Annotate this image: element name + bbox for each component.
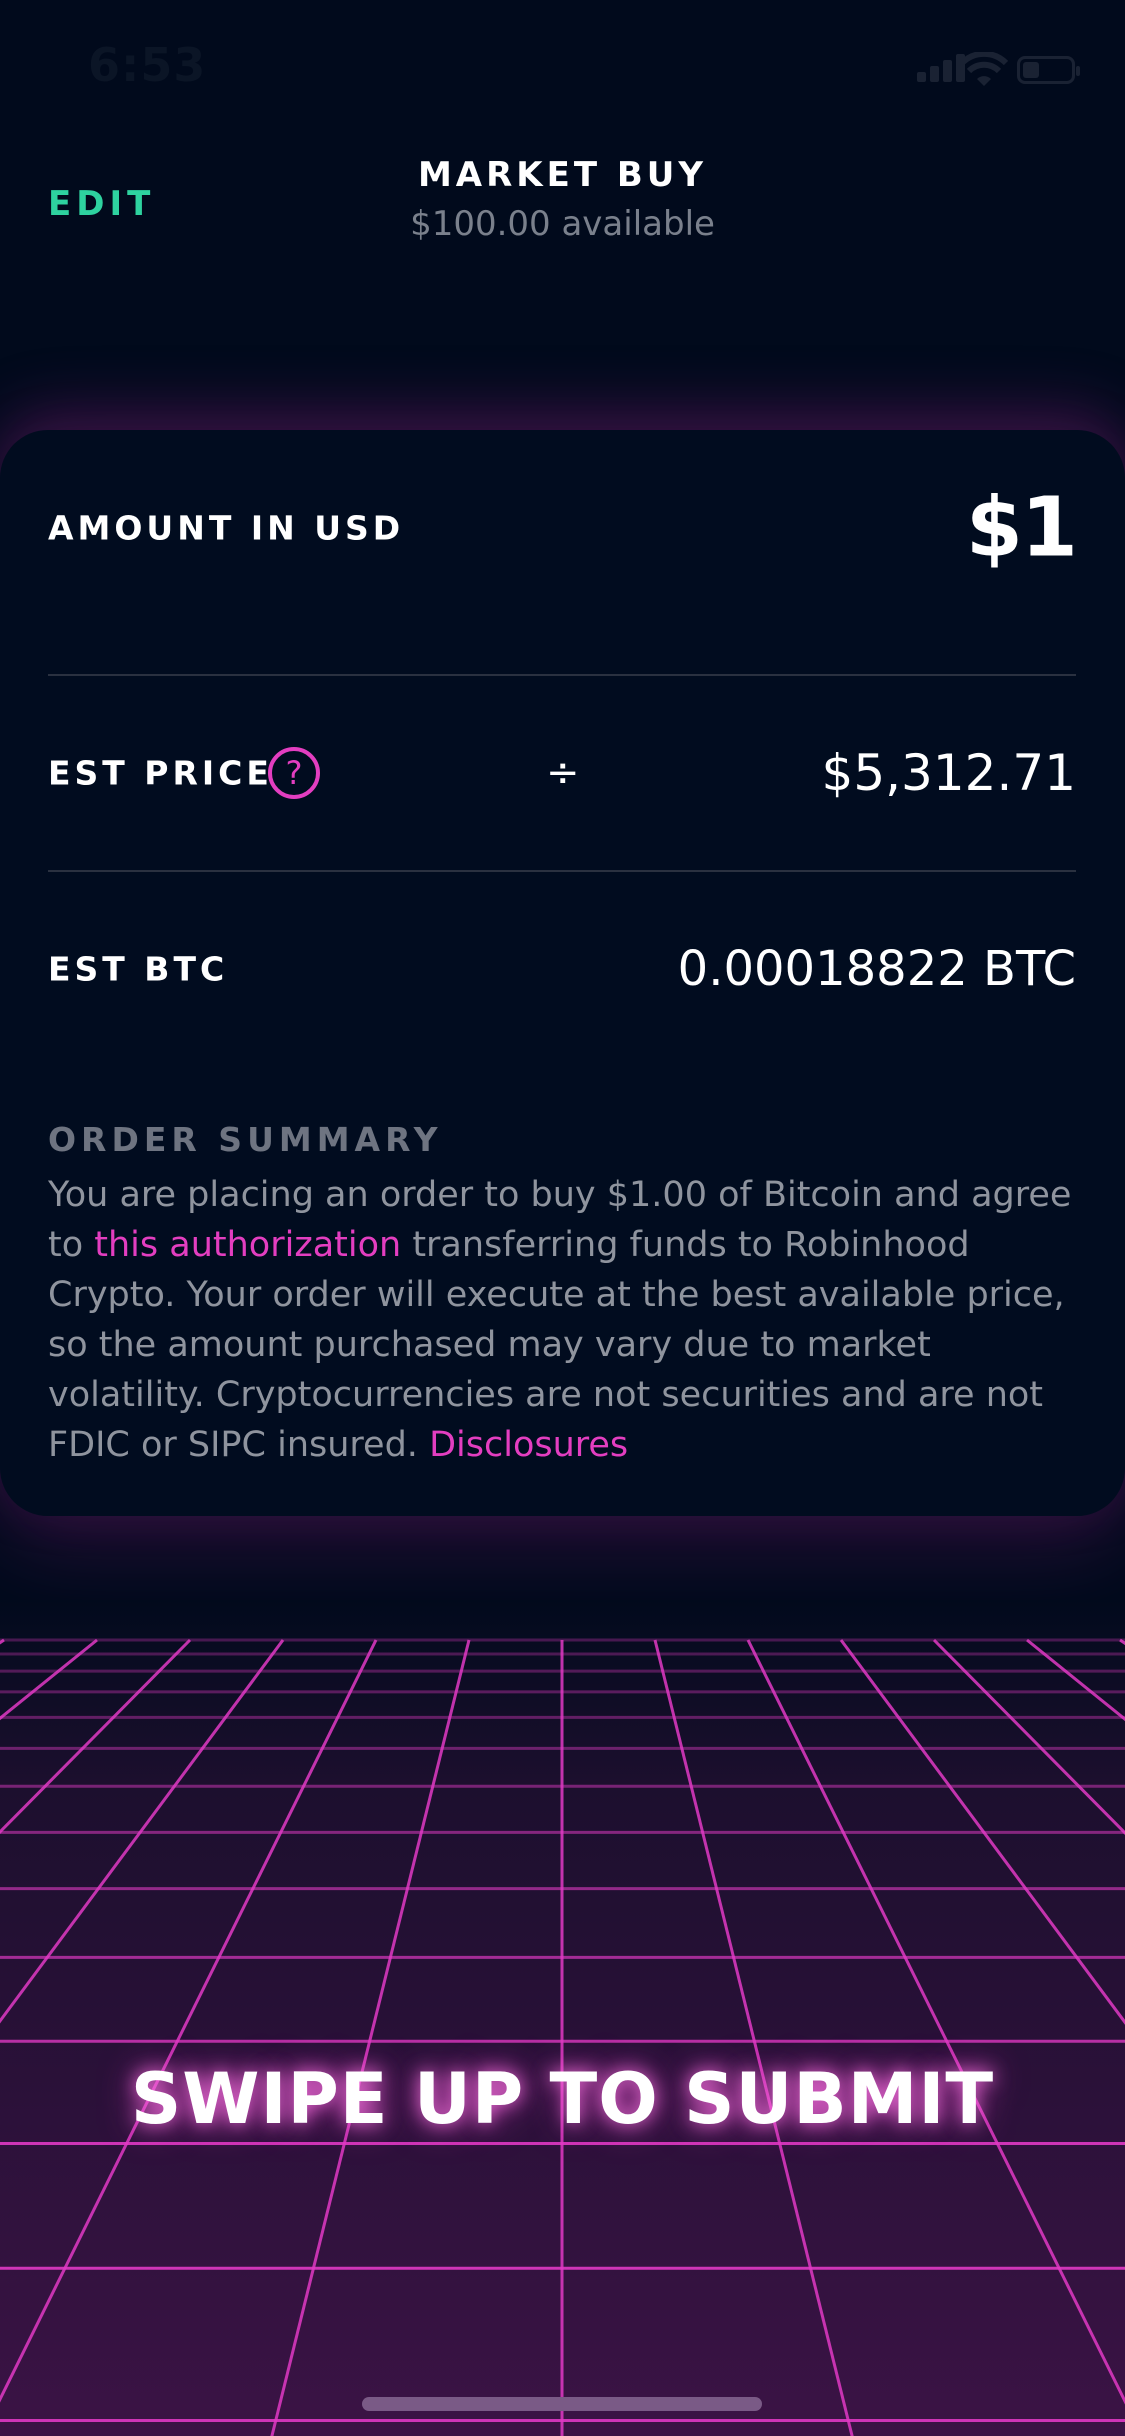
est-btc-value: 0.00018822 BTC — [677, 941, 1076, 997]
order-card: AMOUNT IN USD $1 EST PRICE ? ÷ $5,312.71… — [0, 430, 1125, 1516]
header: MARKET BUY $100.00 available — [0, 152, 1125, 248]
amount-row: AMOUNT IN USD $1 — [48, 430, 1078, 626]
wifi-icon — [959, 52, 1009, 86]
status-bar: 6:53 — [0, 0, 1125, 140]
order-summary-text: You are placing an order to buy $1.00 of… — [48, 1170, 1088, 1470]
divide-icon: ÷ — [546, 750, 580, 796]
home-indicator[interactable] — [362, 2397, 762, 2411]
page-title: MARKET BUY — [417, 155, 708, 195]
amount-input[interactable]: $1 — [966, 481, 1078, 576]
amount-label: AMOUNT IN USD — [48, 508, 405, 548]
est-btc-label: EST BTC — [48, 949, 229, 989]
est-price-label: EST PRICE — [48, 753, 273, 793]
disclosures-link[interactable]: Disclosures — [429, 1425, 628, 1465]
status-icons — [837, 50, 1080, 90]
order-summary-title: ORDER SUMMARY — [48, 1120, 443, 1159]
est-btc-row: EST BTC 0.00018822 BTC — [48, 871, 1076, 1067]
help-icon[interactable]: ? — [268, 747, 320, 799]
est-price-row: EST PRICE ? ÷ $5,312.71 — [48, 675, 1076, 871]
est-price-value: $5,312.71 — [821, 744, 1076, 802]
swipe-up-to-submit[interactable]: SWIPE UP TO SUBMIT — [0, 2058, 1125, 2140]
available-balance: $100.00 available — [410, 204, 715, 244]
authorization-link[interactable]: this authorization — [94, 1225, 401, 1265]
battery-icon — [1017, 56, 1080, 84]
status-time: 6:53 — [88, 38, 207, 92]
market-buy-screen: 6:53 EDIT MARKET BUY $100.00 available A… — [0, 0, 1125, 2436]
grid-graphic — [0, 1600, 1125, 2436]
neon-grid-background — [0, 1600, 1125, 2436]
